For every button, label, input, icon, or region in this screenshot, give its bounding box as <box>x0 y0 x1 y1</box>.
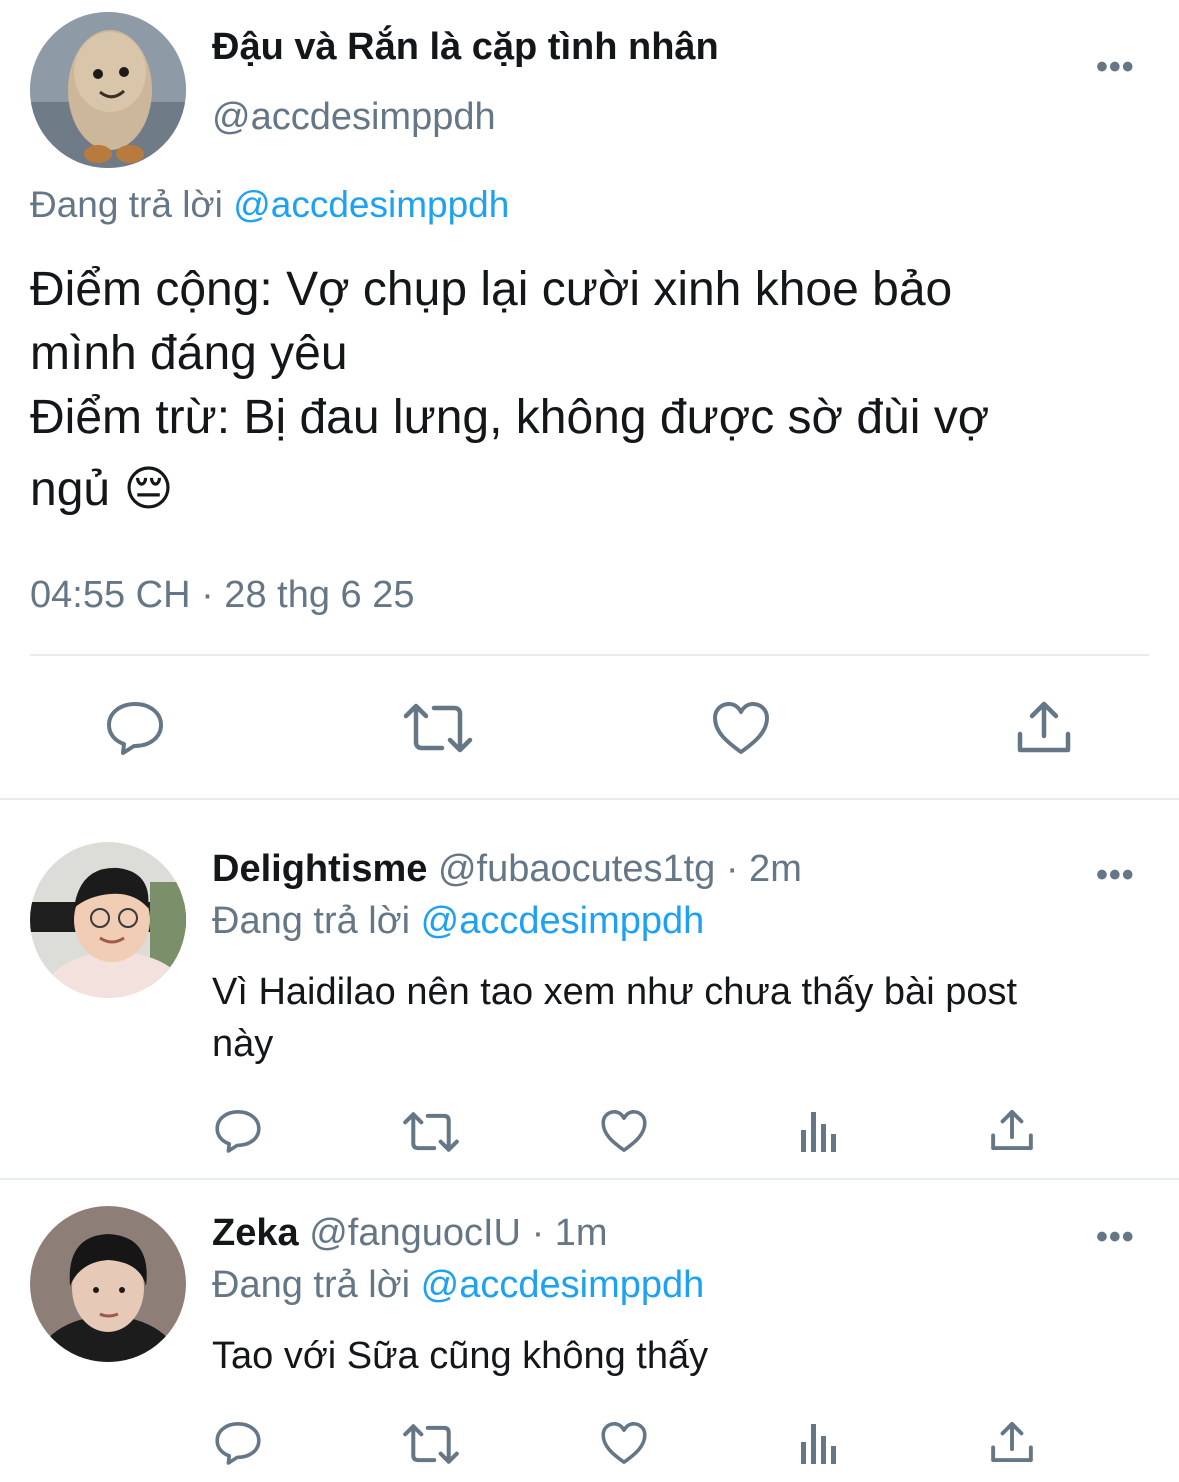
analytics-icon[interactable] <box>799 1110 839 1152</box>
share-icon[interactable] <box>990 1108 1034 1152</box>
reply-icon[interactable] <box>214 1420 262 1466</box>
main-display-name[interactable]: Đậu và Rắn là cặp tình nhân <box>212 26 719 69</box>
main-divider-bottom <box>0 798 1179 800</box>
share-icon[interactable] <box>1016 700 1072 754</box>
main-divider-top <box>30 654 1149 656</box>
reply-1-header: Delightisme @fubaocutes1tg · 2m <box>212 848 802 891</box>
main-tweet-text: Điểm cộng: Vợ chụp lại cười xinh khoe bả… <box>30 258 989 522</box>
reply-1-text-line-1: Vì Haidilao nên tao xem như chưa thấy bà… <box>212 971 1018 1013</box>
heart-icon[interactable] <box>600 1108 648 1154</box>
reply-2-replying-to: Đang trả lời @accdesimppdh <box>212 1264 704 1307</box>
reply-1-display-name[interactable]: Delightisme <box>212 848 427 890</box>
retweet-icon[interactable] <box>402 1111 460 1153</box>
heart-icon[interactable] <box>711 700 771 756</box>
reply-2-more-icon[interactable]: ••• <box>1096 1220 1135 1254</box>
main-text-line-2: mình đáng yêu <box>30 327 348 380</box>
reply-1-divider <box>0 1178 1179 1180</box>
pensive-emoji: 😔 <box>123 463 174 516</box>
replying-prefix: Đang trả lời <box>212 1264 411 1306</box>
share-icon[interactable] <box>990 1420 1034 1464</box>
main-handle[interactable]: @accdesimppdh <box>212 96 496 139</box>
reply-2-handle[interactable]: @fanguocIU <box>309 1212 521 1254</box>
analytics-icon[interactable] <box>799 1422 839 1464</box>
reply-1-time[interactable]: · 2m <box>726 848 802 890</box>
reply-2-time[interactable]: · 1m <box>532 1212 608 1254</box>
reply-2-display-name[interactable]: Zeka <box>212 1212 299 1254</box>
main-more-icon[interactable]: ••• <box>1096 50 1135 84</box>
reply-2-text: Tao với Sữa cũng không thấy <box>212 1330 708 1382</box>
main-text-line-3: Điểm trừ: Bị đau lưng, không được sờ đùi… <box>30 391 990 444</box>
reply-1-avatar[interactable] <box>30 842 186 998</box>
main-text-line-4: ngủ 😔 <box>30 458 989 522</box>
reply-1-text: Vì Haidilao nên tao xem như chưa thấy bà… <box>212 966 1017 1070</box>
reply-1-more-icon[interactable]: ••• <box>1096 858 1135 892</box>
reply-2-header: Zeka @fanguocIU · 1m <box>212 1212 608 1255</box>
heart-icon[interactable] <box>600 1420 648 1466</box>
reply-icon[interactable] <box>105 700 165 756</box>
main-text-line-1: Điểm cộng: Vợ chụp lại cười xinh khoe bả… <box>30 263 953 316</box>
replying-to-link[interactable]: @accdesimppdh <box>421 1264 705 1306</box>
replying-prefix: Đang trả lời <box>30 184 223 225</box>
main-timestamp[interactable]: 04:55 CH · 28 thg 6 25 <box>30 574 414 617</box>
reply-1-replying-to: Đang trả lời @accdesimppdh <box>212 900 704 943</box>
main-text-line-4-text: ngủ <box>30 463 111 516</box>
reply-1-handle[interactable]: @fubaocutes1tg <box>438 848 715 890</box>
reply-2-avatar[interactable] <box>30 1206 186 1362</box>
reply-2-text-line-1: Tao với Sữa cũng không thấy <box>212 1335 709 1377</box>
reply-1-text-line-2: này <box>212 1023 274 1065</box>
replying-to-link[interactable]: @accdesimppdh <box>233 184 509 225</box>
main-avatar[interactable] <box>30 12 186 168</box>
replying-to-link[interactable]: @accdesimppdh <box>421 900 705 942</box>
retweet-icon[interactable] <box>402 702 474 754</box>
reply-icon[interactable] <box>214 1108 262 1154</box>
replying-prefix: Đang trả lời <box>212 900 411 942</box>
main-replying-to: Đang trả lời @accdesimppdh <box>30 184 509 226</box>
retweet-icon[interactable] <box>402 1423 460 1465</box>
